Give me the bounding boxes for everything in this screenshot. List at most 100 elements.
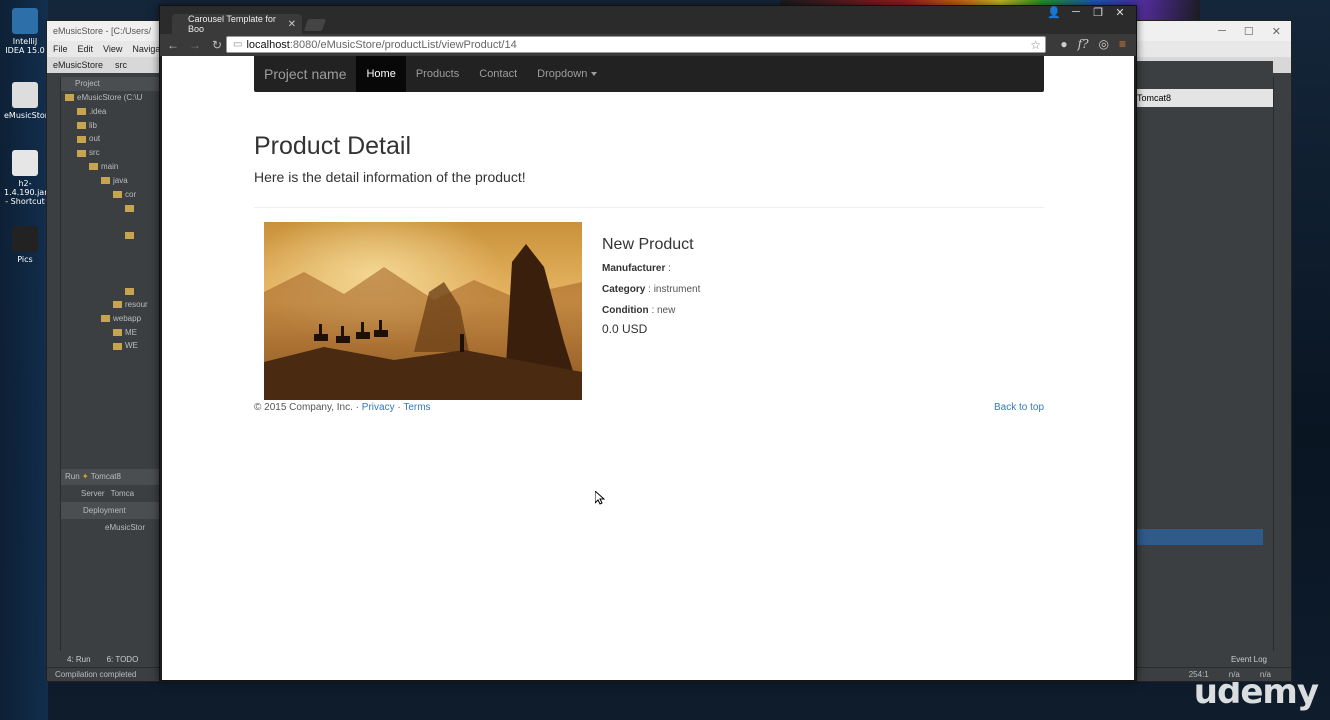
crumb-emusicstore[interactable]: eMusicStore (53, 60, 103, 70)
product-price: 0.0 USD (602, 322, 648, 336)
desktop-icon-h2[interactable]: h2-1.4.190.jar - Shortcut (4, 150, 48, 206)
new-tab-button[interactable] (303, 19, 327, 31)
tree-item[interactable]: resour (61, 298, 161, 312)
page-lead: Here is the detail information of the pr… (254, 169, 526, 185)
folder-icon (113, 190, 122, 198)
minimize-icon[interactable]: ─ (1068, 6, 1084, 19)
tree-item[interactable] (61, 201, 161, 215)
tree-item[interactable]: .idea (61, 105, 161, 119)
folder-icon (113, 342, 122, 350)
nav-contact[interactable]: Contact (469, 56, 527, 92)
menu-file[interactable]: File (53, 44, 68, 54)
tab-todo[interactable]: 6: TODO (107, 655, 139, 664)
tree-item[interactable]: java (61, 174, 161, 188)
ide-right-tool-strip (1273, 77, 1291, 677)
manufacturer-value: : (668, 263, 671, 274)
tree-item[interactable] (61, 243, 161, 257)
tab-run[interactable]: 4: Run (67, 655, 91, 664)
desktop-icon-intellij[interactable]: IntelliJ IDEA 15.0 (4, 8, 46, 55)
project-panel-header[interactable]: Project (61, 77, 161, 91)
tree-item[interactable]: main (61, 160, 161, 174)
top-navbar: Project name Home Products Contact Dropd… (254, 56, 1044, 92)
deployment-item[interactable]: eMusicStor (61, 519, 161, 536)
product-image-art (264, 222, 582, 400)
back-to-top-link[interactable]: Back to top (994, 402, 1044, 413)
folder-icon (77, 108, 86, 116)
mouse-cursor-icon (595, 491, 605, 505)
tree-item[interactable]: WE (61, 339, 161, 353)
tree-item[interactable]: cor (61, 188, 161, 202)
desktop-icon-emusicstore[interactable]: eMusicStore (4, 82, 53, 120)
privacy-link[interactable]: Privacy (362, 402, 395, 413)
tree-item[interactable]: src (61, 146, 161, 160)
product-name: New Product (602, 236, 694, 253)
document-icon (12, 82, 38, 108)
tree-item[interactable]: ME (61, 326, 161, 340)
deployment-header: Deployment (61, 502, 161, 519)
category-value: : instrument (648, 284, 701, 295)
page-title: Product Detail (254, 132, 412, 160)
tab-close-icon[interactable]: ✕ (288, 19, 296, 30)
folder-icon (12, 226, 38, 252)
selected-row[interactable] (1127, 529, 1263, 545)
minimize-icon[interactable]: ─ (1218, 25, 1226, 38)
back-arrow-icon[interactable]: ← (164, 38, 182, 52)
maximize-icon[interactable]: ❐ (1090, 6, 1106, 19)
copyright-text: © 2015 Company, Inc. · (254, 402, 360, 413)
address-bar[interactable]: ▭ localhost:8080/eMusicStore/productList… (226, 36, 1046, 53)
tree-item[interactable]: webapp (61, 312, 161, 326)
menu-view[interactable]: View (103, 44, 122, 54)
tab-server[interactable]: Server (81, 489, 105, 498)
tree-item[interactable]: out (61, 132, 161, 146)
navbar-brand[interactable]: Project name (254, 56, 356, 92)
tomcat-icon: ✦ (81, 472, 89, 481)
folder-icon (77, 135, 86, 143)
close-icon[interactable]: ✕ (1112, 6, 1128, 19)
tree-item[interactable] (61, 215, 161, 229)
browser-tab[interactable]: Carousel Template for Boo ✕ (172, 14, 302, 34)
tree-item[interactable]: eMusicStore (C:\U (61, 91, 161, 105)
page-viewport[interactable]: Project name Home Products Contact Dropd… (162, 56, 1134, 680)
event-log-button[interactable]: Event Log (1231, 655, 1267, 664)
condition-value: : new (651, 305, 676, 316)
folder-icon (125, 204, 134, 212)
bookmark-star-icon[interactable]: ☆ (1030, 38, 1041, 52)
tab-tomcat[interactable]: Tomca (111, 489, 135, 498)
desktop-icon-pics[interactable]: Pics (4, 226, 46, 264)
nav-dropdown[interactable]: Dropdown (527, 56, 607, 92)
crumb-src[interactable]: src (115, 60, 127, 70)
nav-products[interactable]: Products (406, 56, 469, 92)
product-category: Category : instrument (602, 284, 700, 295)
tree-item[interactable] (61, 229, 161, 243)
menu-edit[interactable]: Edit (78, 44, 94, 54)
browser-window[interactable]: Carousel Template for Boo ✕ 👤 ─ ❐ ✕ ← → … (159, 5, 1137, 681)
extension-circle-icon[interactable]: ◎ (1099, 37, 1109, 51)
reload-icon[interactable]: ↻ (208, 38, 226, 52)
tree-item[interactable] (61, 257, 161, 271)
folder-icon (113, 328, 122, 336)
nav-dropdown-label: Dropdown (537, 68, 588, 80)
status-na-1: n/a (1228, 670, 1240, 679)
run-panel-tabs: Server Tomca (61, 485, 161, 502)
folder-icon (101, 177, 110, 185)
folder-icon (113, 301, 122, 309)
folder-icon (101, 315, 110, 323)
nav-home[interactable]: Home (356, 56, 406, 92)
caret-down-icon (591, 72, 598, 76)
header-divider (254, 207, 1044, 208)
menu-icon[interactable]: ≡ (1119, 37, 1126, 51)
close-icon[interactable]: ✕ (1272, 25, 1281, 38)
tree-item[interactable]: lib (61, 119, 161, 133)
ide-right-toolbar: Tomcat8 (1123, 89, 1273, 107)
function-extension-icon[interactable]: f? (1078, 37, 1089, 51)
java-jar-icon (12, 150, 38, 176)
tree-item[interactable] (61, 284, 161, 298)
browser-toolbar: ← → ↻ ▭ localhost:8080/eMusicStore/produ… (160, 34, 1136, 56)
tree-item[interactable] (61, 270, 161, 284)
forward-arrow-icon[interactable]: → (186, 38, 204, 52)
footer-separator: · (397, 402, 401, 413)
terms-link[interactable]: Terms (403, 402, 430, 413)
profile-icon[interactable]: 👤 (1046, 6, 1062, 19)
maximize-icon[interactable]: ☐ (1244, 25, 1254, 38)
extension-icon[interactable]: ● (1060, 37, 1067, 51)
